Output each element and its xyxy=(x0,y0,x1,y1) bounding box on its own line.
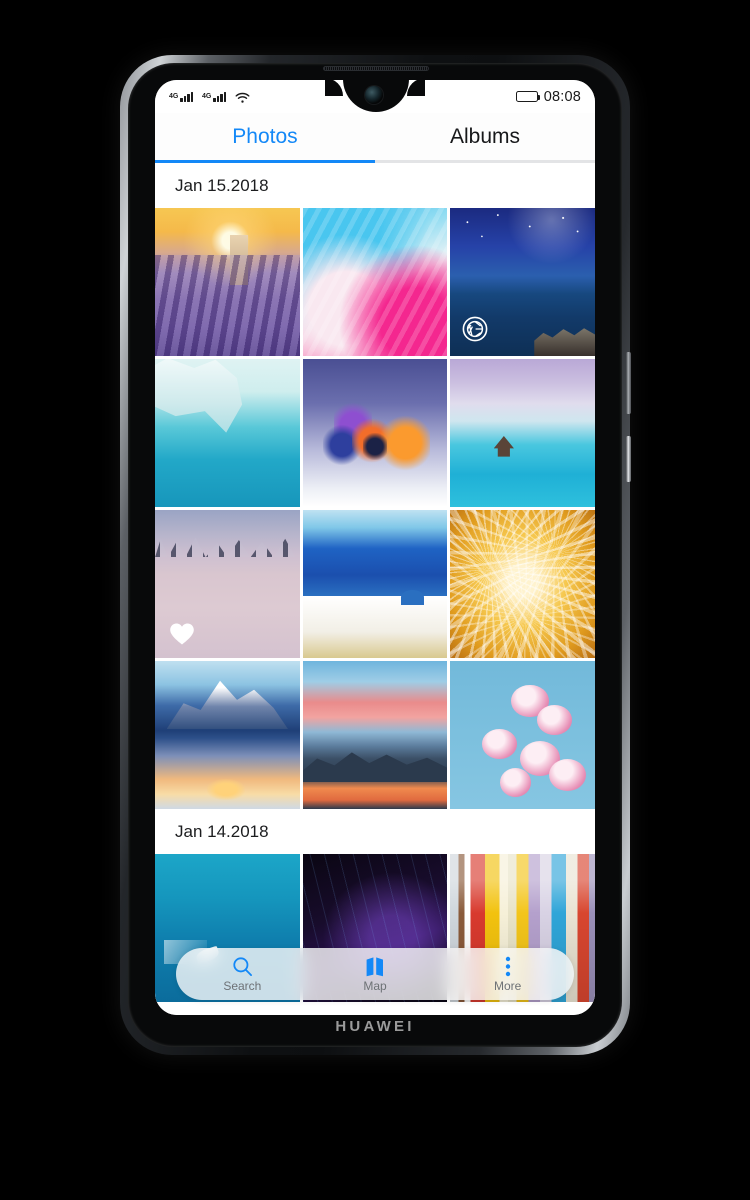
photo-tile-santorini-white-village[interactable] xyxy=(302,510,448,658)
bottom-item-search[interactable]: Search xyxy=(176,955,309,993)
heart-icon xyxy=(169,622,195,646)
power-button[interactable] xyxy=(626,436,631,482)
volume-button[interactable] xyxy=(626,352,631,414)
photo-tile-golden-dandelion-seeds[interactable] xyxy=(450,510,595,658)
battery-icon xyxy=(515,91,541,102)
photo-tile-color-powder-explosion[interactable] xyxy=(302,359,448,507)
shutter-icon xyxy=(462,316,488,342)
status-bar-left: 4G 4G xyxy=(169,91,250,103)
screenshot-root: 4G 4G 08:08 Photos Albums Jan 15.2018 Ja… xyxy=(0,0,750,1200)
status-clock: 08:08 xyxy=(543,88,581,105)
photo-tile-lavender-field-sunset[interactable] xyxy=(155,208,300,356)
date-header-jan15: Jan 15.2018 xyxy=(155,163,595,208)
tab-photos[interactable]: Photos xyxy=(155,113,375,160)
bottom-label-more: More xyxy=(494,979,522,993)
status-bar-right: 08:08 xyxy=(515,88,581,105)
photo-grid-jan15 xyxy=(155,208,595,809)
search-icon xyxy=(232,955,253,977)
wifi-icon xyxy=(235,91,250,103)
photo-tile-iceberg-turquoise-water[interactable] xyxy=(155,359,300,507)
bottom-label-map: Map xyxy=(363,979,387,993)
photo-tile-starry-night-sea-village[interactable] xyxy=(450,208,595,356)
photo-tile-snow-field-trees[interactable] xyxy=(155,510,300,658)
photo-tile-pink-magnolia-blossoms[interactable] xyxy=(450,661,595,809)
front-camera-icon xyxy=(365,86,383,104)
tab-albums[interactable]: Albums xyxy=(375,113,595,160)
huawei-brand-label: HUAWEI xyxy=(335,1018,415,1035)
signal-bars-sim1-icon: 4G xyxy=(169,91,197,102)
map-icon xyxy=(365,955,385,977)
photo-tile-mountain-lake-reflection[interactable] xyxy=(155,661,300,809)
phone-screen: 4G 4G 08:08 Photos Albums Jan 15.2018 Ja… xyxy=(155,80,595,1015)
date-header-jan14: Jan 14.2018 xyxy=(155,809,595,854)
more-dots-icon xyxy=(505,955,511,977)
bottom-item-more[interactable]: More xyxy=(441,955,574,993)
photo-tile-abstract-paint-pink-blue[interactable] xyxy=(302,208,448,356)
photo-gallery[interactable]: Jan 15.2018 Jan 14.2018 Search Map More xyxy=(155,163,595,1015)
bottom-item-map[interactable]: Map xyxy=(309,955,442,993)
photo-tile-tropical-lagoon-hut[interactable] xyxy=(450,359,595,507)
earpiece-speaker-icon xyxy=(323,66,429,71)
bottom-label-search: Search xyxy=(223,979,262,993)
photo-tile-sunset-mountain-lake[interactable] xyxy=(302,661,448,809)
signal-bars-sim2-icon: 4G xyxy=(202,91,230,102)
bottom-action-bar: Search Map More xyxy=(176,948,574,1000)
tab-bar: Photos Albums xyxy=(155,113,595,160)
